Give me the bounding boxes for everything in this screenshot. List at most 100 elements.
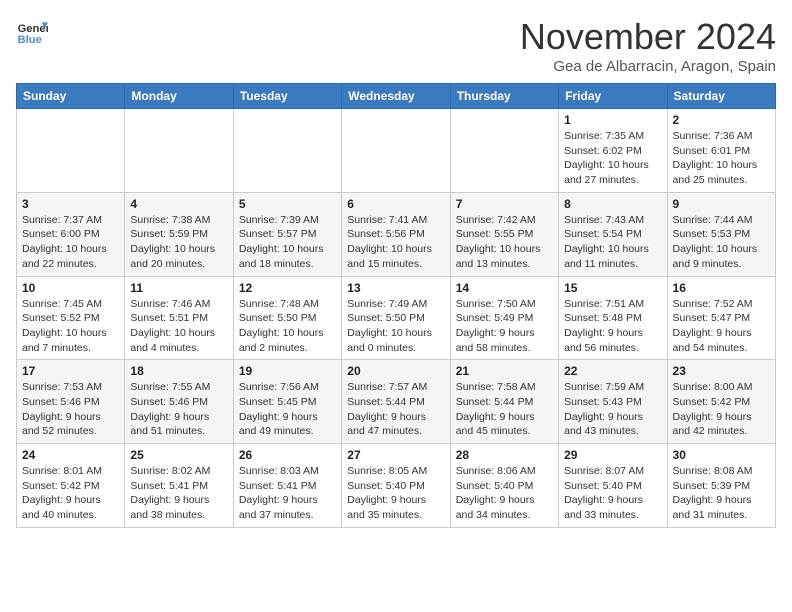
day-number: 14: [456, 281, 553, 295]
location-subtitle: Gea de Albarracin, Aragon, Spain: [520, 58, 776, 75]
calendar-week-row: 1 Sunrise: 7:35 AM Sunset: 6:02 PM Daylig…: [17, 109, 776, 193]
svg-text:Blue: Blue: [18, 34, 42, 46]
logo: General Blue: [16, 16, 48, 48]
day-number: 29: [564, 448, 661, 462]
calendar-cell: 29 Sunrise: 8:07 AM Sunset: 5:40 PM Dayli…: [559, 444, 667, 528]
day-number: 20: [347, 364, 444, 378]
calendar-cell: [125, 109, 233, 193]
day-info: Sunrise: 7:57 AM Sunset: 5:44 PM Dayligh…: [347, 380, 444, 439]
day-of-week-header: Friday: [559, 84, 667, 109]
day-number: 19: [239, 364, 336, 378]
header: General Blue November 2024 Gea de Albarr…: [16, 16, 776, 75]
calendar-cell: 12 Sunrise: 7:48 AM Sunset: 5:50 PM Dayli…: [233, 276, 341, 360]
calendar-cell: 25Sunrise: 8:02 AM Sunset: 5:41 PM Dayli…: [125, 444, 233, 528]
day-info: Sunrise: 8:01 AM Sunset: 5:42 PM Dayligh…: [22, 464, 119, 523]
day-number: 3: [22, 197, 119, 211]
calendar-cell: 17 Sunrise: 7:53 AM Sunset: 5:46 PM Dayli…: [17, 360, 125, 444]
calendar-cell: [342, 109, 450, 193]
day-of-week-header: Monday: [125, 84, 233, 109]
calendar-cell: 18 Sunrise: 7:55 AM Sunset: 5:46 PM Dayli…: [125, 360, 233, 444]
calendar-cell: 20 Sunrise: 7:57 AM Sunset: 5:44 PM Dayli…: [342, 360, 450, 444]
calendar-header-row: SundayMondayTuesdayWednesdayThursdayFrid…: [17, 84, 776, 109]
day-info: Sunrise: 7:55 AM Sunset: 5:46 PM Dayligh…: [130, 380, 227, 439]
day-number: 22: [564, 364, 661, 378]
day-info: Sunrise: 8:07 AM Sunset: 5:40 PM Dayligh…: [564, 464, 661, 523]
day-info: Sunrise: 7:37 AM Sunset: 6:00 PM Dayligh…: [22, 213, 119, 272]
day-info: Sunrise: 7:58 AM Sunset: 5:44 PM Dayligh…: [456, 380, 553, 439]
day-of-week-header: Saturday: [667, 84, 775, 109]
day-info: Sunrise: 8:06 AM Sunset: 5:40 PM Dayligh…: [456, 464, 553, 523]
day-number: 10: [22, 281, 119, 295]
day-number: 23: [673, 364, 770, 378]
day-info: Sunrise: 7:48 AM Sunset: 5:50 PM Dayligh…: [239, 297, 336, 356]
day-info: Sunrise: 7:49 AM Sunset: 5:50 PM Dayligh…: [347, 297, 444, 356]
day-info: Sunrise: 7:59 AM Sunset: 5:43 PM Dayligh…: [564, 380, 661, 439]
day-number: 7: [456, 197, 553, 211]
day-info: Sunrise: 7:39 AM Sunset: 5:57 PM Dayligh…: [239, 213, 336, 272]
calendar-cell: 23 Sunrise: 8:00 AM Sunset: 5:42 PM Dayli…: [667, 360, 775, 444]
day-info: Sunrise: 7:42 AM Sunset: 5:55 PM Dayligh…: [456, 213, 553, 272]
day-number: 27: [347, 448, 444, 462]
calendar-cell: 19 Sunrise: 7:56 AM Sunset: 5:45 PM Dayli…: [233, 360, 341, 444]
calendar-cell: 4Sunrise: 7:38 AM Sunset: 5:59 PM Daylig…: [125, 192, 233, 276]
calendar-week-row: 24 Sunrise: 8:01 AM Sunset: 5:42 PM Dayli…: [17, 444, 776, 528]
calendar-cell: 5 Sunrise: 7:39 AM Sunset: 5:57 PM Daylig…: [233, 192, 341, 276]
day-info: Sunrise: 7:35 AM Sunset: 6:02 PM Dayligh…: [564, 129, 661, 188]
day-info: Sunrise: 7:41 AM Sunset: 5:56 PM Dayligh…: [347, 213, 444, 272]
day-number: 30: [673, 448, 770, 462]
title-area: November 2024 Gea de Albarracin, Aragon,…: [520, 16, 776, 75]
day-info: Sunrise: 8:05 AM Sunset: 5:40 PM Dayligh…: [347, 464, 444, 523]
day-info: Sunrise: 7:51 AM Sunset: 5:48 PM Dayligh…: [564, 297, 661, 356]
calendar-week-row: 3 Sunrise: 7:37 AM Sunset: 6:00 PM Daylig…: [17, 192, 776, 276]
day-info: Sunrise: 8:08 AM Sunset: 5:39 PM Dayligh…: [673, 464, 770, 523]
day-number: 11: [130, 281, 227, 295]
calendar-cell: 7 Sunrise: 7:42 AM Sunset: 5:55 PM Daylig…: [450, 192, 558, 276]
calendar-cell: [233, 109, 341, 193]
calendar-cell: 27 Sunrise: 8:05 AM Sunset: 5:40 PM Dayli…: [342, 444, 450, 528]
day-info: Sunrise: 7:46 AM Sunset: 5:51 PM Dayligh…: [130, 297, 227, 356]
day-number: 28: [456, 448, 553, 462]
calendar-cell: 2Sunrise: 7:36 AM Sunset: 6:01 PM Daylig…: [667, 109, 775, 193]
calendar-cell: 11 Sunrise: 7:46 AM Sunset: 5:51 PM Dayli…: [125, 276, 233, 360]
day-info: Sunrise: 7:56 AM Sunset: 5:45 PM Dayligh…: [239, 380, 336, 439]
day-info: Sunrise: 7:36 AM Sunset: 6:01 PM Dayligh…: [673, 129, 770, 188]
calendar-cell: 28 Sunrise: 8:06 AM Sunset: 5:40 PM Dayli…: [450, 444, 558, 528]
day-number: 15: [564, 281, 661, 295]
day-info: Sunrise: 7:38 AM Sunset: 5:59 PM Dayligh…: [130, 213, 227, 272]
calendar-cell: 16Sunrise: 7:52 AM Sunset: 5:47 PM Dayli…: [667, 276, 775, 360]
calendar-cell: 1 Sunrise: 7:35 AM Sunset: 6:02 PM Daylig…: [559, 109, 667, 193]
calendar-cell: 15 Sunrise: 7:51 AM Sunset: 5:48 PM Dayli…: [559, 276, 667, 360]
day-number: 24: [22, 448, 119, 462]
calendar-cell: 8Sunrise: 7:43 AM Sunset: 5:54 PM Daylig…: [559, 192, 667, 276]
day-number: 9: [673, 197, 770, 211]
day-number: 6: [347, 197, 444, 211]
calendar-cell: 9Sunrise: 7:44 AM Sunset: 5:53 PM Daylig…: [667, 192, 775, 276]
day-number: 17: [22, 364, 119, 378]
calendar-cell: 26Sunrise: 8:03 AM Sunset: 5:41 PM Dayli…: [233, 444, 341, 528]
day-info: Sunrise: 7:45 AM Sunset: 5:52 PM Dayligh…: [22, 297, 119, 356]
day-number: 18: [130, 364, 227, 378]
day-info: Sunrise: 8:03 AM Sunset: 5:41 PM Dayligh…: [239, 464, 336, 523]
calendar-cell: 6 Sunrise: 7:41 AM Sunset: 5:56 PM Daylig…: [342, 192, 450, 276]
day-number: 16: [673, 281, 770, 295]
calendar-cell: 21 Sunrise: 7:58 AM Sunset: 5:44 PM Dayli…: [450, 360, 558, 444]
day-number: 5: [239, 197, 336, 211]
calendar-cell: 22 Sunrise: 7:59 AM Sunset: 5:43 PM Dayli…: [559, 360, 667, 444]
calendar-cell: [17, 109, 125, 193]
calendar-cell: 14Sunrise: 7:50 AM Sunset: 5:49 PM Dayli…: [450, 276, 558, 360]
calendar-cell: 24 Sunrise: 8:01 AM Sunset: 5:42 PM Dayli…: [17, 444, 125, 528]
day-number: 13: [347, 281, 444, 295]
day-number: 12: [239, 281, 336, 295]
day-of-week-header: Tuesday: [233, 84, 341, 109]
day-number: 8: [564, 197, 661, 211]
calendar-cell: 13 Sunrise: 7:49 AM Sunset: 5:50 PM Dayli…: [342, 276, 450, 360]
day-info: Sunrise: 7:53 AM Sunset: 5:46 PM Dayligh…: [22, 380, 119, 439]
calendar-week-row: 10 Sunrise: 7:45 AM Sunset: 5:52 PM Dayli…: [17, 276, 776, 360]
day-info: Sunrise: 8:00 AM Sunset: 5:42 PM Dayligh…: [673, 380, 770, 439]
calendar-cell: 3 Sunrise: 7:37 AM Sunset: 6:00 PM Daylig…: [17, 192, 125, 276]
calendar-cell: 10 Sunrise: 7:45 AM Sunset: 5:52 PM Dayli…: [17, 276, 125, 360]
day-number: 21: [456, 364, 553, 378]
calendar-cell: [450, 109, 558, 193]
calendar-week-row: 17 Sunrise: 7:53 AM Sunset: 5:46 PM Dayli…: [17, 360, 776, 444]
day-number: 1: [564, 113, 661, 127]
